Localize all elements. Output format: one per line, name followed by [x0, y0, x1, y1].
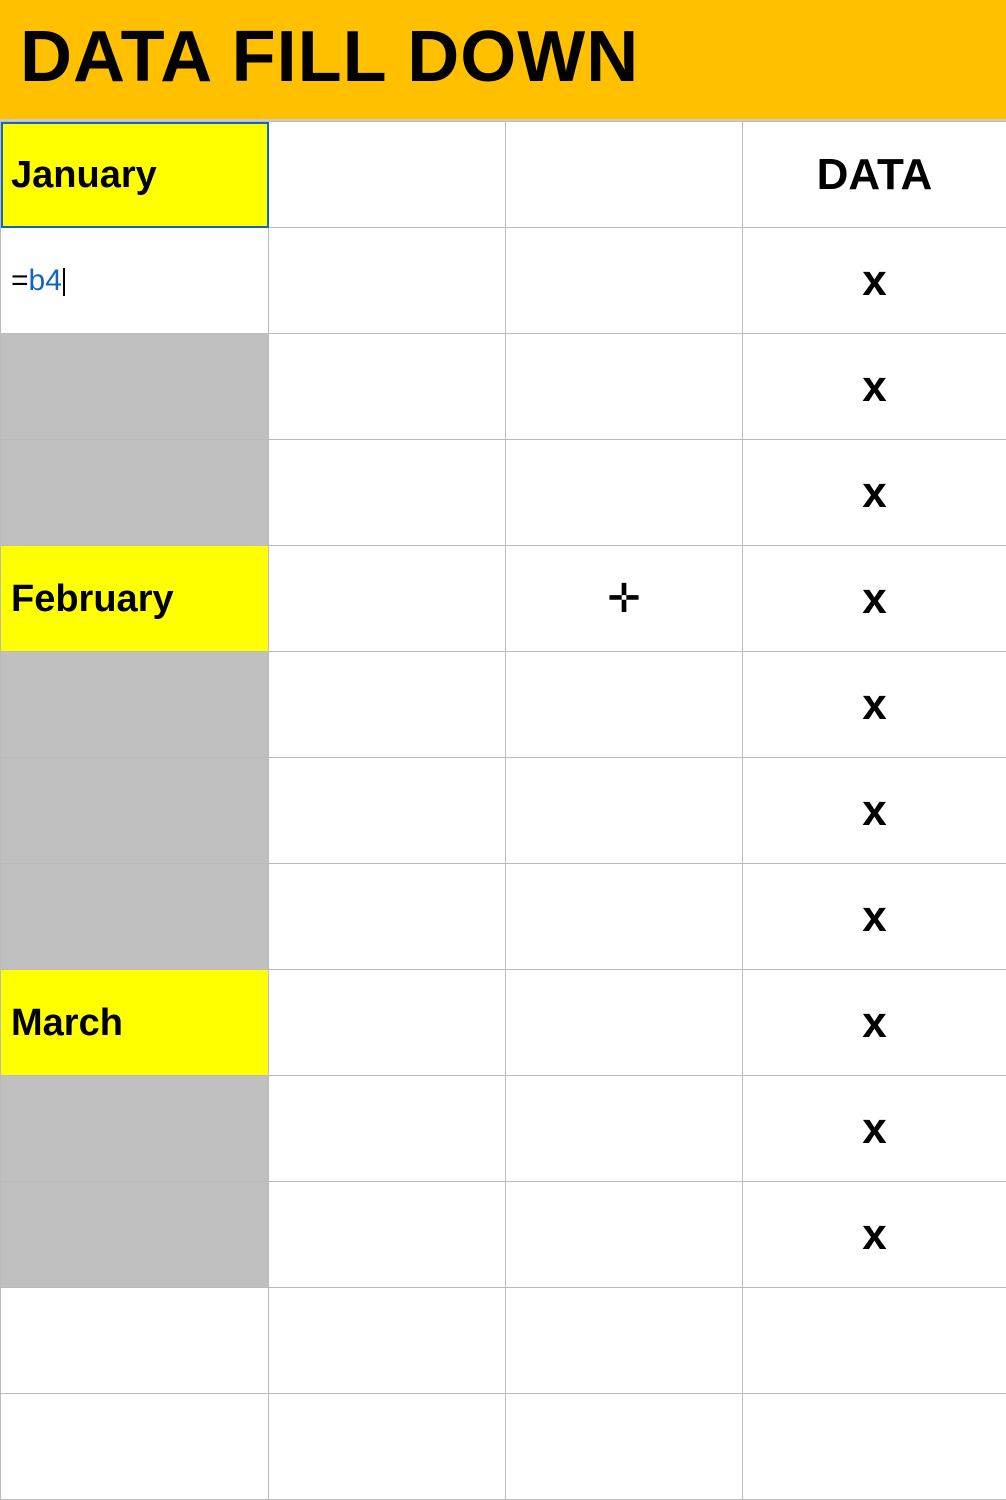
march-label: March	[11, 1004, 123, 1042]
cell-r7-c3[interactable]	[506, 758, 743, 864]
cell-r7-c4[interactable]: x	[743, 758, 1006, 864]
title-banner: DATA FILL DOWN	[0, 0, 1006, 121]
page-title: DATA FILL DOWN	[20, 18, 986, 97]
cell-r11-c4[interactable]: x	[743, 1182, 1006, 1288]
cell-r12-c1[interactable]	[1, 1288, 269, 1394]
cursor-bar	[63, 268, 65, 296]
cell-r8-c4[interactable]: x	[743, 864, 1006, 970]
cell-r6-c2[interactable]	[269, 652, 506, 758]
x-r5-c4: x	[753, 574, 996, 624]
formula-equals: =	[11, 264, 29, 297]
cell-r8-c2[interactable]	[269, 864, 506, 970]
cell-r8-c1[interactable]	[1, 864, 269, 970]
x-r11-c4: x	[753, 1210, 996, 1260]
cell-r1-c3[interactable]	[506, 122, 743, 228]
cell-r10-c2[interactable]	[269, 1076, 506, 1182]
cell-r7-c2[interactable]	[269, 758, 506, 864]
cell-r1-c2[interactable]	[269, 122, 506, 228]
cell-r5-c2[interactable]	[269, 546, 506, 652]
cell-r6-c4[interactable]: x	[743, 652, 1006, 758]
cell-r2-c2[interactable]	[269, 228, 506, 334]
x-r6-c4: x	[753, 680, 996, 730]
february-label: February	[11, 580, 174, 618]
cell-r13-c1[interactable]	[1, 1394, 269, 1500]
cell-r4-c1[interactable]	[1, 440, 269, 546]
january-label: January	[11, 156, 157, 194]
cell-r3-c3[interactable]	[506, 334, 743, 440]
cell-r12-c3[interactable]	[506, 1288, 743, 1394]
cell-r11-c3[interactable]	[506, 1182, 743, 1288]
cell-r7-c1[interactable]	[1, 758, 269, 864]
cell-r2-c4[interactable]: x	[743, 228, 1006, 334]
x-r4-c4: x	[753, 468, 996, 518]
cell-r2-c3[interactable]	[506, 228, 743, 334]
cell-r9-c1[interactable]: March	[1, 970, 269, 1076]
cell-r11-c1[interactable]	[1, 1182, 269, 1288]
cell-r13-c3[interactable]	[506, 1394, 743, 1500]
cell-r1-c4[interactable]: DATA	[743, 122, 1006, 228]
cell-r11-c2[interactable]	[269, 1182, 506, 1288]
cell-r9-c2[interactable]	[269, 970, 506, 1076]
cell-r5-c4[interactable]: x	[743, 546, 1006, 652]
cell-r12-c2[interactable]	[269, 1288, 506, 1394]
cell-r10-c3[interactable]	[506, 1076, 743, 1182]
cell-r9-c4[interactable]: x	[743, 970, 1006, 1076]
cell-r10-c1[interactable]	[1, 1076, 269, 1182]
cell-r4-c2[interactable]	[269, 440, 506, 546]
cell-r3-c2[interactable]	[269, 334, 506, 440]
cell-r6-c3[interactable]	[506, 652, 743, 758]
cell-r3-c4[interactable]: x	[743, 334, 1006, 440]
cell-r10-c4[interactable]: x	[743, 1076, 1006, 1182]
data-header: DATA	[753, 150, 996, 200]
cell-r1-c1[interactable]: January	[1, 122, 269, 228]
cell-r12-c4[interactable]	[743, 1288, 1006, 1394]
x-r8-c4: x	[753, 892, 996, 942]
cell-r8-c3[interactable]	[506, 864, 743, 970]
cell-r5-c3[interactable]: ✛	[506, 546, 743, 652]
x-r3-c4: x	[753, 362, 996, 412]
cell-r2-c1[interactable]: =b4	[1, 228, 269, 334]
cell-r4-c3[interactable]	[506, 440, 743, 546]
x-r9-c4: x	[753, 998, 996, 1048]
formula-ref: b4	[29, 264, 62, 297]
cell-r6-c1[interactable]	[1, 652, 269, 758]
x-r2-c4: x	[753, 256, 996, 306]
cell-r3-c1[interactable]	[1, 334, 269, 440]
spreadsheet-grid: January DATA =b4 x x x	[0, 121, 1006, 1500]
x-r7-c4: x	[753, 786, 996, 836]
cell-r13-c2[interactable]	[269, 1394, 506, 1500]
spreadsheet: DATA FILL DOWN January DATA =b4 x x	[0, 0, 1006, 1500]
formula-cell: =b4	[11, 266, 65, 296]
x-r10-c4: x	[753, 1104, 996, 1154]
move-cursor-icon: ✛	[607, 576, 641, 622]
cell-r4-c4[interactable]: x	[743, 440, 1006, 546]
cell-r9-c3[interactable]	[506, 970, 743, 1076]
cell-r13-c4[interactable]	[743, 1394, 1006, 1500]
cell-r5-c1[interactable]: February	[1, 546, 269, 652]
